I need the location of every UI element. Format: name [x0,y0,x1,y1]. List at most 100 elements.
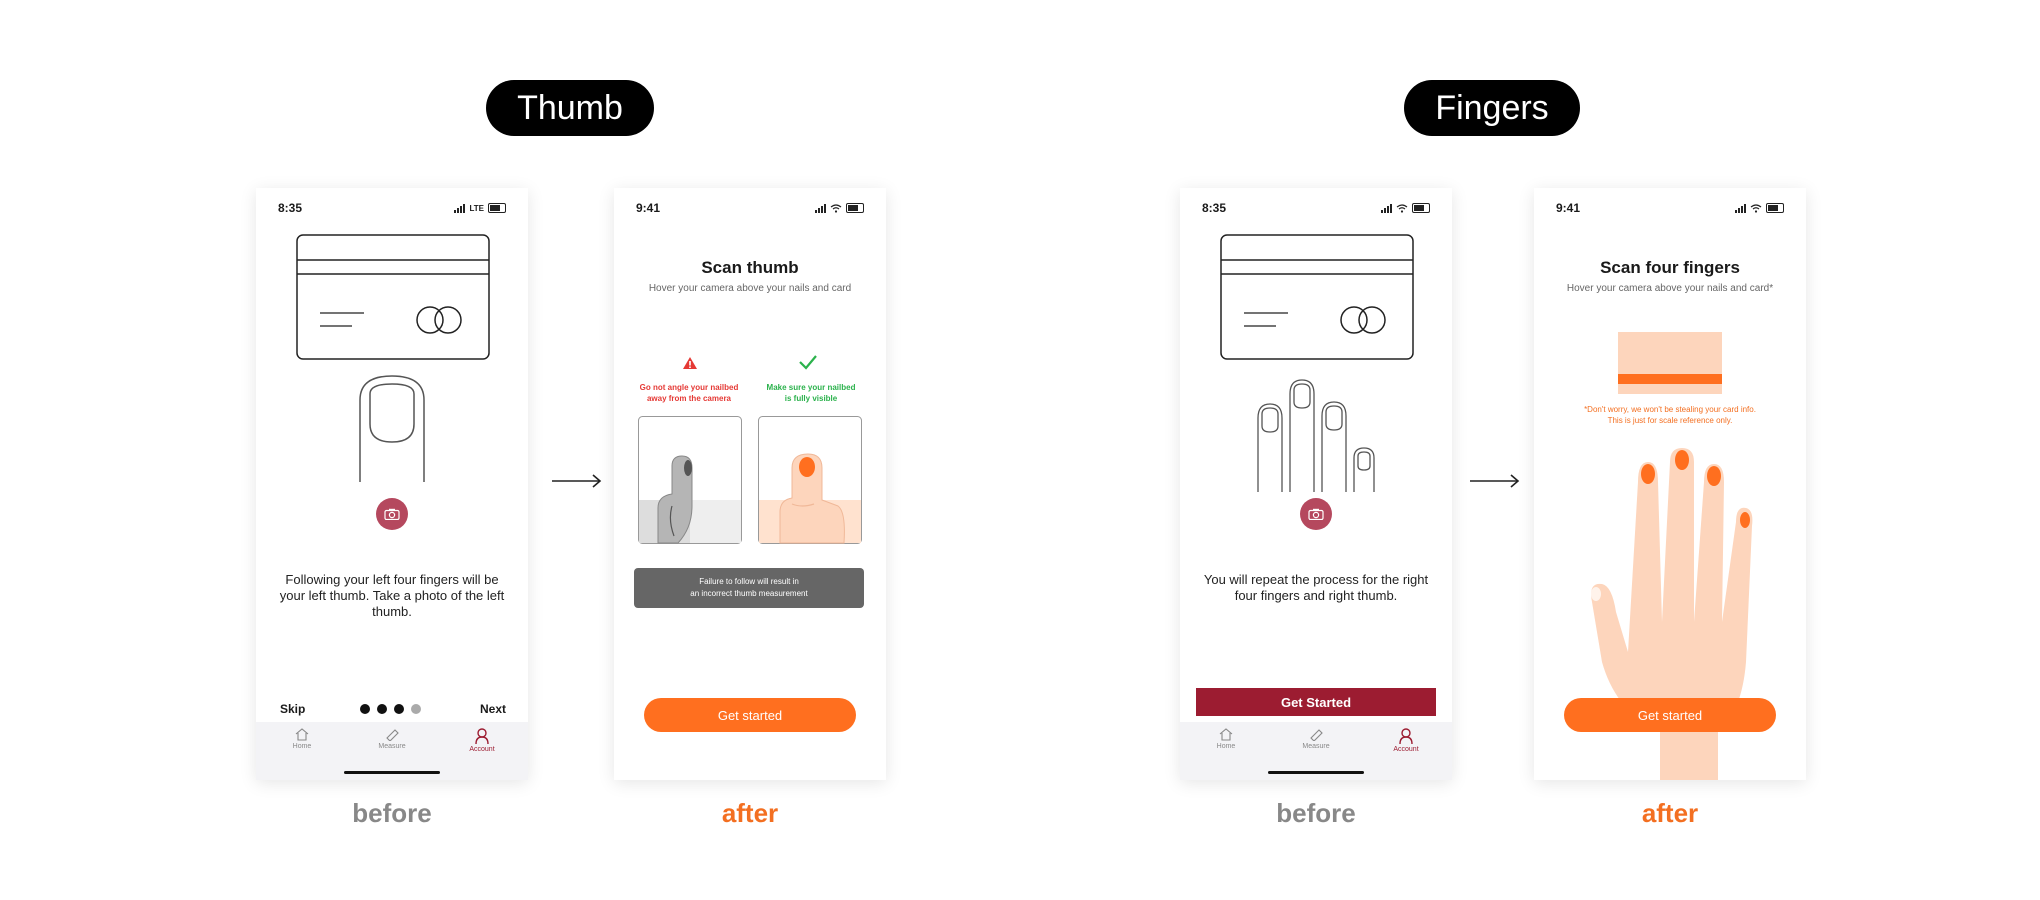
before-label: before [352,798,432,828]
caption-line: away from the camera [646,394,732,403]
card-illustration-icon [296,234,490,360]
bad-example-caption: Go not angle your nailbed away from the … [624,382,754,404]
home-icon [1219,728,1233,741]
caption-line: Make sure your nailbed [766,383,856,392]
clock: 8:35 [1202,201,1227,215]
check-icon [799,355,817,370]
status-icons [1735,203,1784,213]
get-started-button[interactable]: Get started [1564,698,1776,732]
page-title: Scan four fingers [1600,258,1740,277]
home-indicator [1268,771,1364,774]
status-icons [1381,203,1430,213]
tab-label: Home [292,743,312,750]
phone-fingers-after: 9:41 Scan four fingers Hover your camera… [1534,188,1806,780]
phone-thumb-after: 9:41 Scan thumb Hover your camera above … [614,188,886,780]
privacy-note: *Don't worry, we won't be stealing your … [1534,404,1806,426]
tab-label: Account [1393,746,1419,753]
signal-icon [815,203,826,213]
before-label: before [1276,798,1356,828]
good-thumb-example-image [758,416,862,544]
section-pill-thumb: Thumb [486,80,654,136]
caption-line: is fully visible [784,394,838,403]
tab-label: Home [1216,743,1236,750]
wifi-icon [1396,203,1408,213]
section-pill-fingers: Fingers [1404,80,1580,136]
tab-home[interactable]: Home [1196,728,1256,750]
tab-label: Account [469,746,495,753]
camera-button[interactable] [1300,498,1332,530]
next-button[interactable]: Next [480,702,506,716]
tab-label: Measure [1302,743,1330,750]
home-indicator [344,771,440,774]
wifi-icon [830,203,842,213]
battery-icon [488,203,506,213]
instruction-text: Following your left four fingers will be… [279,572,505,619]
tab-account[interactable]: Account [452,728,512,753]
page-subtitle: Hover your camera above your nails and c… [1566,283,1774,294]
clock: 9:41 [1556,201,1581,215]
clock: 8:35 [278,201,303,215]
phone-thumb-before: 8:35 LTE Following your left four finger… [256,188,528,780]
battery-icon [1412,203,1430,213]
user-icon [1399,728,1413,744]
page-subtitle: Hover your camera above your nails and c… [648,283,852,294]
page-dot [394,704,404,714]
ruler-icon [386,729,399,741]
note-line: *Don't worry, we won't be stealing your … [1584,405,1756,414]
battery-icon [1766,203,1784,213]
warning-line: Failure to follow will result in [699,577,799,586]
tab-label: Measure [378,743,406,750]
home-icon [295,728,309,741]
camera-icon [384,508,400,520]
skip-button[interactable]: Skip [280,702,305,716]
status-icons [815,203,864,213]
arrow-right-icon [552,474,602,488]
network-label: LTE [469,203,484,213]
after-label: after [721,798,779,828]
camera-button[interactable] [376,498,408,530]
tab-bar: Home Measure Account [1180,722,1452,780]
warning-banner: Failure to follow will result in an inco… [634,568,864,608]
camera-icon [1308,508,1324,520]
section-title: Fingers [1435,88,1549,127]
get-started-button[interactable]: Get Started [1196,688,1436,716]
clock: 9:41 [636,201,661,215]
wifi-icon [1750,203,1762,213]
arrow-right-icon [1470,474,1520,488]
thumb-illustration-icon [359,375,425,482]
tab-measure[interactable]: Measure [362,728,422,750]
good-example-caption: Make sure your nailbed is fully visible [746,382,876,404]
section-title: Thumb [517,88,623,127]
signal-icon [1381,203,1392,213]
page-indicator [360,704,421,714]
tab-account[interactable]: Account [1376,728,1436,753]
signal-icon [1735,203,1746,213]
status-bar: 8:35 [1202,200,1430,216]
status-bar: 8:35 LTE [278,200,506,216]
status-bar: 9:41 [636,200,864,216]
phone-fingers-before: 8:35 You will repeat the process for the [1180,188,1452,780]
card-illustration-icon [1220,234,1414,360]
note-line: This is just for scale reference only. [1607,416,1733,425]
caption-line: Go not angle your nailbed [639,383,739,392]
tab-home[interactable]: Home [272,728,332,750]
battery-icon [846,203,864,213]
user-icon [475,728,489,744]
bad-thumb-example-image [638,416,742,544]
fingers-illustration-icon [1257,379,1375,492]
status-icons: LTE [454,203,506,213]
page-title: Scan thumb [701,258,799,277]
signal-icon [454,203,466,213]
get-started-button[interactable]: Get started [644,698,856,732]
status-bar: 9:41 [1556,200,1784,216]
after-label: after [1641,798,1699,828]
tab-measure[interactable]: Measure [1286,728,1346,750]
page-dot [411,704,421,714]
warning-icon [683,357,697,369]
warning-line: an incorrect thumb measurement [690,589,808,598]
tab-bar: Home Measure Account [256,722,528,780]
card-placeholder-image [1618,332,1722,394]
ruler-icon [1310,729,1323,741]
page-dot [377,704,387,714]
instruction-text: You will repeat the process for the righ… [1203,572,1429,603]
